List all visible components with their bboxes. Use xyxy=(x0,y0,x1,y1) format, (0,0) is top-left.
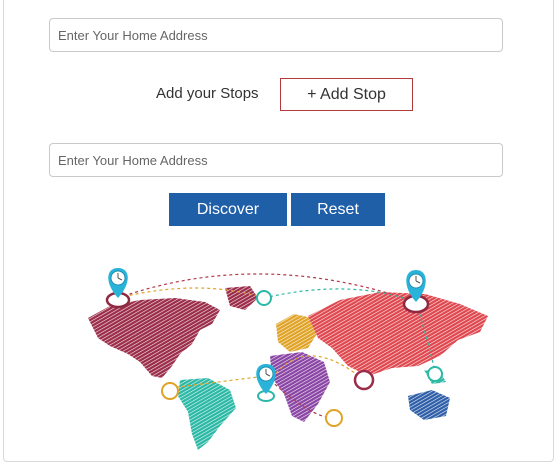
discover-button[interactable]: Discover xyxy=(169,193,287,226)
waypoint-ring xyxy=(256,290,272,306)
pin-africa-icon xyxy=(256,364,276,402)
world-map-illustration xyxy=(80,258,500,458)
waypoint-ring xyxy=(427,366,443,382)
reset-button[interactable]: Reset xyxy=(291,193,385,226)
home-address-input[interactable] xyxy=(49,18,503,52)
add-stops-label: Add your Stops xyxy=(156,85,259,102)
destination-address-input[interactable] xyxy=(49,143,503,177)
waypoint-ring xyxy=(161,382,179,400)
waypoint-ring xyxy=(353,369,375,391)
waypoint-ring xyxy=(325,409,343,427)
add-stop-button[interactable]: + Add Stop xyxy=(280,78,413,111)
